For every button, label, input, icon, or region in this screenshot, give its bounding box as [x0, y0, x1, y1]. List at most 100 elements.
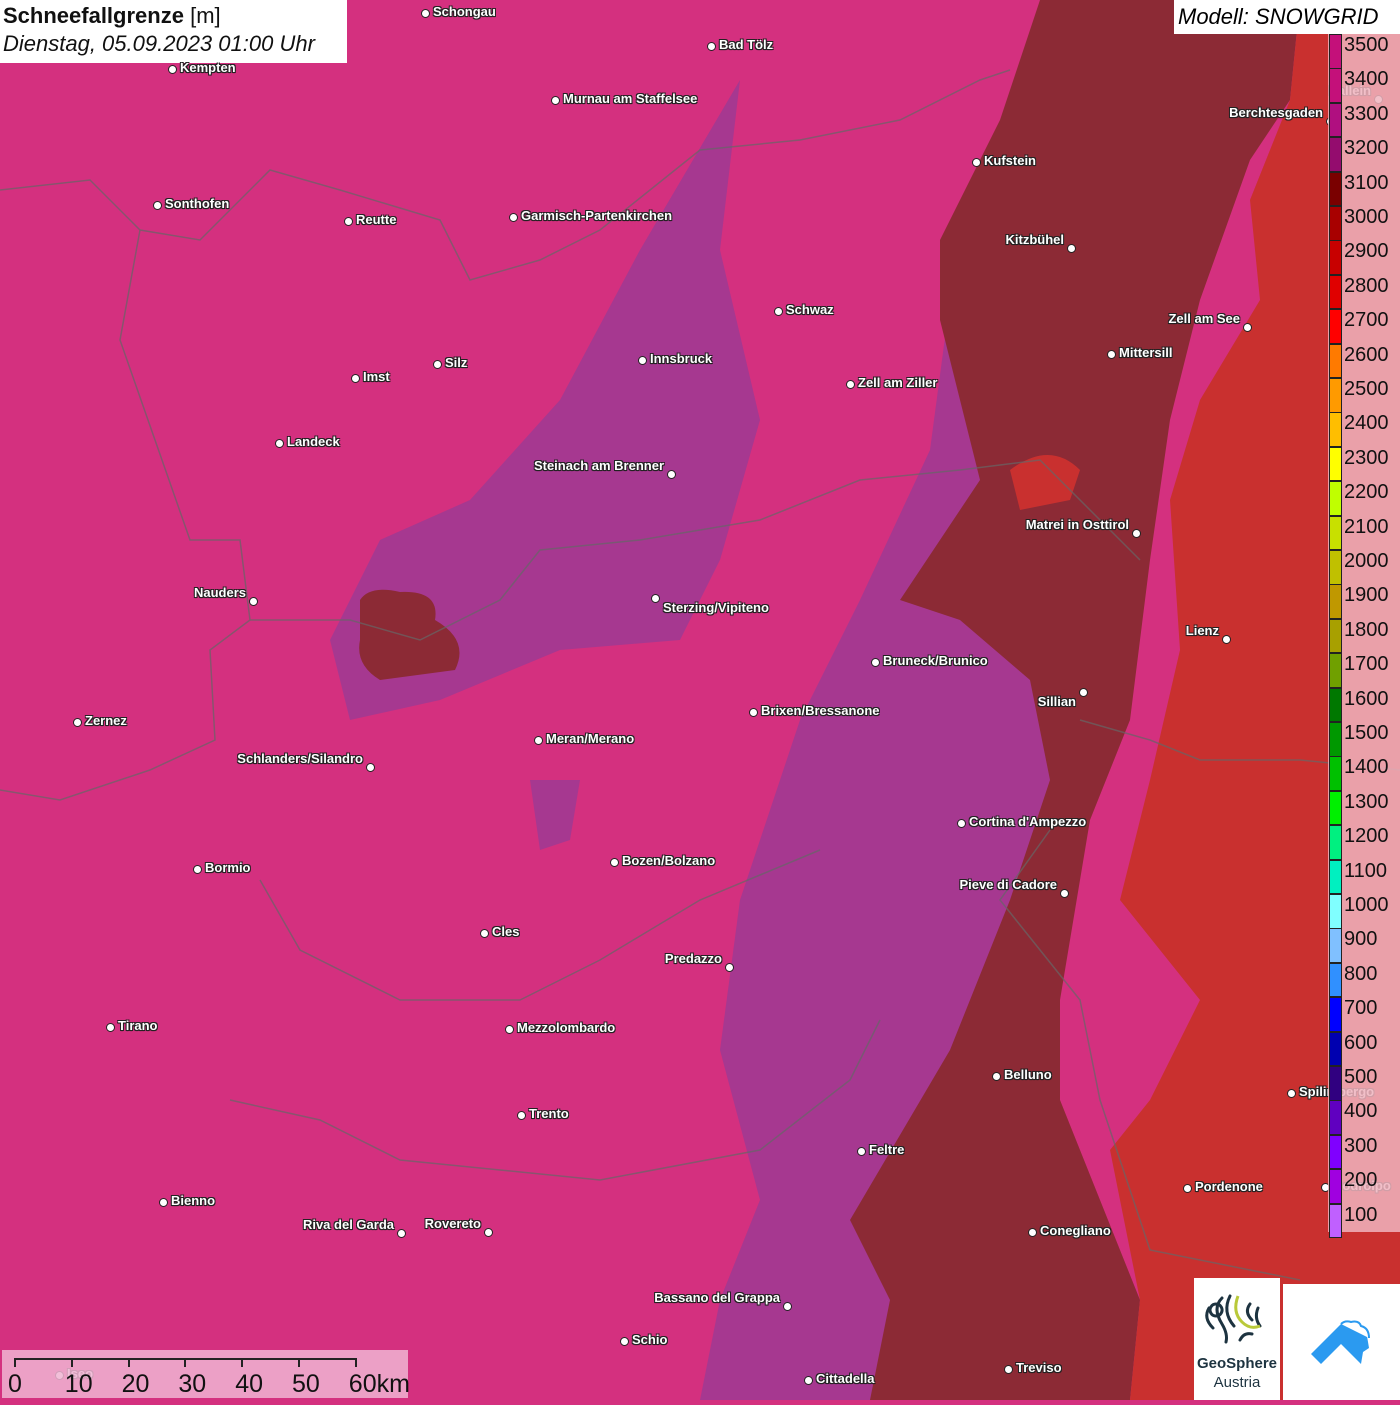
legend-label: 3300 [1344, 102, 1389, 125]
city-marker [106, 1023, 115, 1032]
city-label[interactable]: Bassano del Grappa [654, 1290, 780, 1305]
city-label[interactable]: Bienno [171, 1193, 215, 1208]
city-label[interactable]: Zell am Ziller [858, 375, 937, 390]
legend-swatch [1329, 1031, 1342, 1067]
city-marker [1183, 1184, 1192, 1193]
city-label[interactable]: Nauders [194, 585, 246, 600]
city-label[interactable]: Cortina d'Ampezzo [969, 814, 1086, 829]
geosphere-logo-icon [1205, 1294, 1262, 1344]
legend-label: 3000 [1344, 206, 1389, 228]
city-marker [725, 963, 734, 972]
city-marker [846, 380, 855, 389]
scale-label: 60km [348, 1370, 410, 1398]
city-marker [1243, 323, 1252, 332]
legend-swatch [1329, 171, 1342, 207]
city-label[interactable]: Matrei in Osttirol [1026, 517, 1129, 532]
city-label[interactable]: Lienz [1186, 623, 1219, 638]
city-label[interactable]: Silz [445, 355, 467, 370]
city-label[interactable]: Riva del Garda [303, 1217, 394, 1232]
city-label[interactable]: Reutte [356, 212, 396, 227]
legend-label: 2400 [1344, 412, 1389, 435]
app-logo[interactable] [1283, 1284, 1400, 1400]
city-label[interactable]: Bormio [205, 860, 251, 875]
city-marker [638, 356, 647, 365]
legend-label: 2300 [1344, 446, 1389, 469]
legend-swatch [1329, 997, 1342, 1032]
city-label[interactable]: Garmisch-Partenkirchen [521, 208, 672, 223]
city-marker [667, 470, 676, 479]
city-label[interactable]: Sterzing/Vipiteno [663, 600, 769, 615]
city-label[interactable]: Conegliano [1040, 1223, 1111, 1238]
city-label[interactable]: Mittersill [1119, 345, 1172, 360]
city-label[interactable]: Trento [529, 1106, 569, 1121]
city-label[interactable]: Cittadella [816, 1371, 875, 1386]
city-marker [351, 374, 360, 383]
legend-label: 1400 [1344, 756, 1389, 779]
city-label[interactable]: Mezzolombardo [517, 1020, 615, 1035]
city-label[interactable]: Murnau am Staffelsee [563, 91, 697, 106]
legend-label: 400 [1344, 1100, 1378, 1123]
city-label[interactable]: Schongau [433, 4, 496, 19]
city-label[interactable]: Tirano [118, 1018, 158, 1033]
city-marker [505, 1025, 514, 1034]
city-label[interactable]: Bozen/Bolzano [622, 853, 715, 868]
legend-label: 200 [1344, 1169, 1378, 1192]
city-label[interactable]: Berchtesgaden [1229, 105, 1323, 120]
city-marker [620, 1337, 629, 1346]
city-marker [774, 307, 783, 316]
city-marker [1222, 635, 1231, 644]
city-label[interactable]: Steinach am Brenner [534, 458, 664, 473]
legend-label: 3100 [1344, 171, 1389, 194]
city-label[interactable]: Zernez [85, 713, 127, 728]
city-label[interactable]: Belluno [1004, 1067, 1052, 1082]
legend-label: 2200 [1344, 481, 1389, 504]
legend-label: 600 [1344, 1031, 1378, 1054]
city-label[interactable]: Innsbruck [650, 351, 712, 366]
city-marker [480, 929, 489, 938]
city-label[interactable]: Pieve di Cadore [959, 877, 1057, 892]
city-label[interactable]: Kitzbühel [1006, 232, 1065, 247]
legend-swatch [1329, 756, 1342, 791]
geosphere-logo[interactable]: GeoSphere Austria [1194, 1278, 1280, 1400]
legend-swatch [1329, 859, 1342, 895]
city-label[interactable]: Pordenone [1195, 1179, 1263, 1194]
city-label[interactable]: Schwaz [786, 302, 834, 317]
city-label[interactable]: Kufstein [984, 153, 1036, 168]
city-marker [749, 708, 758, 717]
city-marker [517, 1111, 526, 1120]
city-label[interactable]: Treviso [1016, 1360, 1062, 1375]
city-marker [534, 736, 543, 745]
city-label[interactable]: Imst [363, 369, 390, 384]
city-label[interactable]: Predazzo [665, 951, 722, 966]
legend-label: 800 [1344, 962, 1378, 985]
city-label[interactable]: Sonthofen [165, 196, 229, 211]
city-label[interactable]: Kempten [180, 60, 236, 75]
city-label[interactable]: Feltre [869, 1142, 904, 1157]
city-label[interactable]: Sillian [1038, 694, 1076, 709]
legend-swatch [1329, 550, 1342, 585]
city-marker [972, 158, 981, 167]
legend-swatch [1329, 378, 1342, 413]
city-label[interactable]: Bruneck/Brunico [883, 653, 988, 668]
legend-swatch [1329, 894, 1342, 929]
city-label[interactable]: Rovereto [425, 1216, 481, 1231]
city-marker [73, 718, 82, 727]
city-label[interactable]: Cles [492, 924, 519, 939]
city-label[interactable]: Schlanders/Silandro [237, 751, 363, 766]
city-label[interactable]: Zell am See [1168, 311, 1240, 326]
city-label[interactable]: Brixen/Bressanone [761, 703, 880, 718]
city-marker [433, 360, 442, 369]
city-label[interactable]: Schio [632, 1332, 667, 1347]
legend-swatch [1329, 1169, 1342, 1204]
city-label[interactable]: Bad Tölz [719, 37, 773, 52]
scale-tick [70, 1358, 73, 1367]
city-marker [193, 865, 202, 874]
geosphere-logo-line1: GeoSphere [1196, 1355, 1278, 1372]
city-label[interactable]: Landeck [287, 434, 340, 449]
legend-swatch [1329, 240, 1342, 275]
legend-label: 2800 [1344, 274, 1389, 297]
city-label[interactable]: Meran/Merano [546, 731, 634, 746]
scale-label: 10 [64, 1370, 93, 1398]
city-marker [1004, 1365, 1013, 1374]
legend-label: 1100 [1344, 859, 1388, 882]
